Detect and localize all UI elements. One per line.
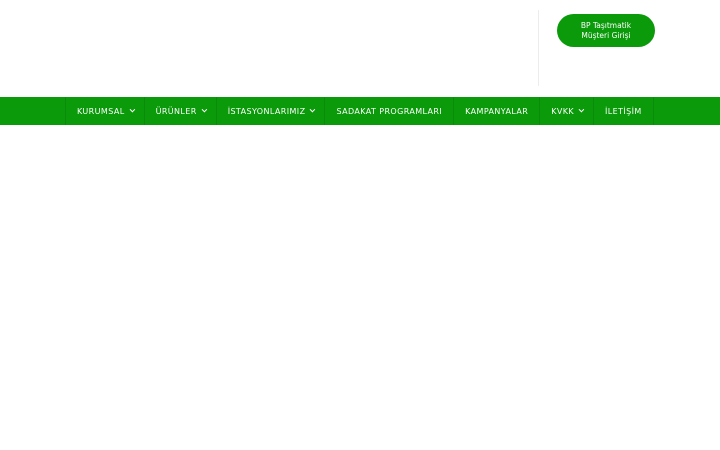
nav-item-label: İLETİŞİM — [605, 106, 642, 116]
main-navigation: KURUMSAL ÜRÜNLER İSTASYONLARIMIZ SADAKAT… — [0, 97, 720, 125]
nav-item-label: KVKK — [551, 106, 575, 116]
page-content — [0, 125, 720, 450]
nav-item-label: KURUMSAL — [77, 106, 125, 116]
nav-item-urunler[interactable]: ÜRÜNLER — [143, 97, 216, 125]
nav-item-sadakat-programlari[interactable]: SADAKAT PROGRAMLARI — [324, 97, 453, 125]
customer-login-button[interactable]: BP Taşıtmatik Müşteri Girişi — [557, 14, 655, 47]
nav-item-iletisim[interactable]: İLETİŞİM — [593, 97, 654, 125]
site-header: BP Taşıtmatik Müşteri Girişi — [0, 0, 720, 97]
chevron-down-icon — [129, 106, 135, 113]
nav-menu: KURUMSAL ÜRÜNLER İSTASYONLARIMIZ SADAKAT… — [65, 97, 654, 125]
nav-item-label: SADAKAT PROGRAMLARI — [336, 106, 443, 116]
nav-item-label: İSTASYONLARIMIZ — [227, 106, 306, 116]
nav-item-kvkk[interactable]: KVKK — [539, 97, 593, 125]
chevron-down-icon — [578, 106, 585, 113]
nav-item-istasyonlarimiz[interactable]: İSTASYONLARIMIZ — [215, 97, 325, 125]
chevron-down-icon — [201, 106, 207, 113]
header-divider — [538, 10, 539, 86]
nav-item-kampanyalar[interactable]: KAMPANYALAR — [453, 97, 539, 125]
chevron-down-icon — [310, 106, 316, 113]
nav-item-label: ÜRÜNLER — [155, 106, 197, 116]
nav-item-kurumsal[interactable]: KURUMSAL — [65, 97, 144, 125]
customer-login-line1: BP Taşıtmatik — [580, 20, 632, 30]
customer-login-line2: Müşteri Girişi — [581, 30, 631, 40]
nav-item-label: KAMPANYALAR — [465, 106, 529, 116]
